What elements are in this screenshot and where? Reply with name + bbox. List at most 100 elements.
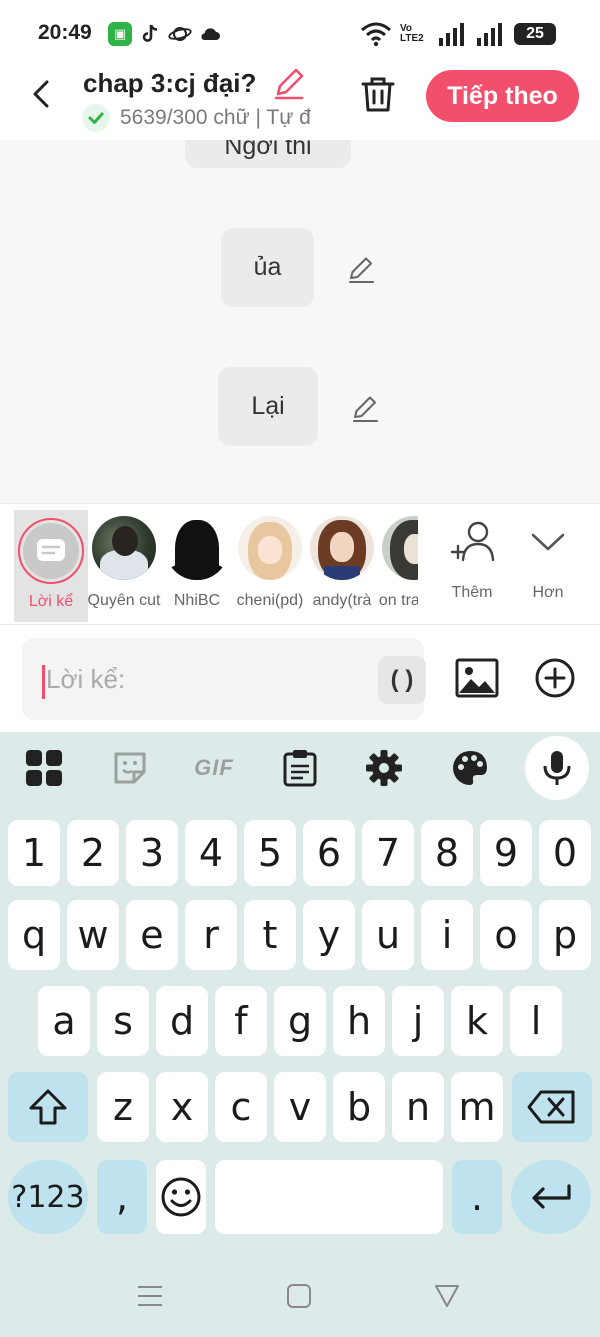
chat-area[interactable]: Ngơi thi ủa Lại <box>0 140 600 503</box>
key-8[interactable]: 8 <box>421 820 473 886</box>
settings-icon[interactable] <box>364 748 404 788</box>
message-bubble-partial[interactable]: Ngơi thi <box>185 140 351 168</box>
narration-icon <box>37 539 65 561</box>
character-name: ..on tra <box>378 592 418 609</box>
next-button[interactable]: Tiếp theo <box>426 70 579 122</box>
key-b[interactable]: b <box>333 1072 385 1142</box>
shift-key[interactable] <box>8 1072 88 1142</box>
character-name: andy(trà <box>312 592 372 609</box>
key-y[interactable]: y <box>303 900 355 970</box>
character-item[interactable]: ..on tra <box>378 504 418 614</box>
word-count: 5639/300 chữ | Tự đ <box>120 106 311 129</box>
message-bubble[interactable]: Lại <box>218 367 318 446</box>
key-d[interactable]: d <box>156 986 208 1056</box>
menu-icon[interactable] <box>137 1284 163 1308</box>
wifi-icon <box>361 22 391 47</box>
key-6[interactable]: 6 <box>303 820 355 886</box>
key-o[interactable]: o <box>480 900 532 970</box>
mic-icon[interactable] <box>525 736 589 800</box>
message-text: Ngơi thi <box>224 140 312 160</box>
comma-key[interactable]: , <box>97 1160 147 1234</box>
key-3[interactable]: 3 <box>126 820 178 886</box>
key-1[interactable]: 1 <box>8 820 60 886</box>
emoji-key[interactable] <box>156 1160 206 1234</box>
key-n[interactable]: n <box>392 1072 444 1142</box>
green-app-icon: ▣ <box>108 22 132 46</box>
message-input[interactable]: Lời kể: ( ) <box>22 638 426 720</box>
edit-message-pencil-icon[interactable] <box>382 140 412 154</box>
system-nav-bar <box>0 1260 600 1337</box>
enter-key[interactable] <box>511 1160 591 1234</box>
avatar <box>310 516 374 580</box>
key-s[interactable]: s <box>97 986 149 1056</box>
period-label: . <box>470 1175 484 1219</box>
add-character-button[interactable]: Thêm <box>440 504 504 614</box>
key-2[interactable]: 2 <box>67 820 119 886</box>
add-circle-icon[interactable] <box>534 657 576 699</box>
palette-icon[interactable] <box>450 748 490 788</box>
clipboard-icon[interactable] <box>280 748 320 788</box>
character-bar: Lời kể Quyên cut NhiBC cheni(pd) andy(tr… <box>0 503 600 625</box>
add-person-icon <box>450 521 495 562</box>
key-t[interactable]: t <box>244 900 296 970</box>
character-item[interactable]: andy(trà <box>306 504 378 614</box>
key-c[interactable]: c <box>215 1072 267 1142</box>
backspace-key[interactable] <box>512 1072 592 1142</box>
input-row: Lời kể: ( ) <box>0 625 600 732</box>
back-triangle-icon[interactable] <box>434 1283 460 1309</box>
message-bubble[interactable]: ủa <box>221 228 314 307</box>
key-x[interactable]: x <box>156 1072 208 1142</box>
keyboard: GIF 1 2 3 4 5 6 7 8 9 0 q w e r t y u i … <box>0 732 600 1337</box>
edit-message-pencil-icon[interactable] <box>346 254 376 284</box>
key-u[interactable]: u <box>362 900 414 970</box>
key-w[interactable]: w <box>67 900 119 970</box>
image-icon[interactable] <box>454 655 500 701</box>
narrator-avatar <box>18 518 84 584</box>
status-time: 20:49 <box>38 21 92 44</box>
key-r[interactable]: r <box>185 900 237 970</box>
tiktok-icon <box>142 24 158 42</box>
space-key[interactable] <box>215 1160 443 1234</box>
symbols-label: ?123 <box>11 1179 85 1215</box>
key-l[interactable]: l <box>510 986 562 1056</box>
symbols-key[interactable]: ?123 <box>8 1160 88 1234</box>
more-characters-button[interactable]: Hơn <box>518 504 578 614</box>
key-m[interactable]: m <box>451 1072 503 1142</box>
chapter-title[interactable]: chap 3:cj đại? <box>83 68 256 99</box>
key-a[interactable]: a <box>38 986 90 1056</box>
add-character-label: Thêm <box>451 584 493 601</box>
gif-label: GIF <box>194 755 234 780</box>
key-f[interactable]: f <box>215 986 267 1056</box>
key-i[interactable]: i <box>421 900 473 970</box>
back-button[interactable] <box>26 78 58 110</box>
home-icon[interactable] <box>286 1283 312 1309</box>
key-e[interactable]: e <box>126 900 178 970</box>
key-p[interactable]: p <box>539 900 591 970</box>
parentheses-label: ( ) <box>390 666 414 693</box>
status-right: Vo LTE2 25 <box>360 20 556 48</box>
apps-icon[interactable] <box>24 748 64 788</box>
shift-arrow-icon <box>29 1089 67 1125</box>
period-key[interactable]: . <box>452 1160 502 1234</box>
key-7[interactable]: 7 <box>362 820 414 886</box>
key-q[interactable]: q <box>8 900 60 970</box>
avatar <box>165 516 229 580</box>
sticker-icon[interactable] <box>110 748 150 788</box>
edit-message-pencil-icon[interactable] <box>350 393 380 423</box>
edit-title-pencil-icon[interactable] <box>272 66 306 100</box>
key-z[interactable]: z <box>97 1072 149 1142</box>
gif-icon[interactable]: GIF <box>190 748 238 788</box>
trash-icon[interactable] <box>358 74 398 114</box>
backspace-icon <box>527 1090 575 1124</box>
key-j[interactable]: j <box>392 986 444 1056</box>
key-g[interactable]: g <box>274 986 326 1056</box>
key-4[interactable]: 4 <box>185 820 237 886</box>
comma-label: , <box>115 1175 129 1219</box>
key-0[interactable]: 0 <box>539 820 591 886</box>
key-k[interactable]: k <box>451 986 503 1056</box>
key-5[interactable]: 5 <box>244 820 296 886</box>
parentheses-button[interactable]: ( ) <box>378 656 426 704</box>
key-v[interactable]: v <box>274 1072 326 1142</box>
key-h[interactable]: h <box>333 986 385 1056</box>
key-9[interactable]: 9 <box>480 820 532 886</box>
